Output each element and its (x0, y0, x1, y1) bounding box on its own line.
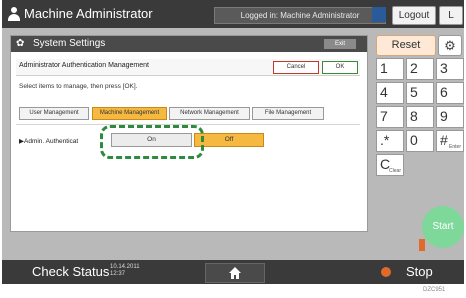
highlight-callout (100, 125, 204, 159)
indicator-icon (372, 7, 386, 22)
stop-button[interactable]: Stop (406, 264, 433, 279)
tab-file-management[interactable]: File Management (252, 107, 324, 120)
user-icon (8, 7, 20, 21)
screen: Machine Administrator Logged in: Machine… (2, 0, 464, 284)
key-label: 0 (410, 132, 418, 148)
gear-icon: ✿ (16, 38, 25, 49)
cancel-button[interactable]: Cancel (273, 61, 319, 74)
top-bar: Machine Administrator Logged in: Machine… (2, 0, 464, 28)
key-sublabel: Enter (449, 144, 461, 150)
settings-gear-button[interactable]: ⚙ (438, 35, 462, 56)
home-icon (229, 267, 241, 279)
key-label: 6 (440, 84, 448, 100)
key-label: 4 (380, 84, 388, 100)
key-label: 3 (440, 60, 448, 76)
check-status-button[interactable]: Check Status (32, 264, 109, 279)
key-label: 8 (410, 108, 418, 124)
key-dot-star[interactable]: .* (376, 130, 404, 152)
start-indicator (419, 239, 425, 251)
gear-icon: ⚙ (444, 38, 456, 53)
tab-machine-management[interactable]: Machine Management (92, 107, 167, 120)
key-5[interactable]: 5 (406, 82, 434, 104)
language-button[interactable]: L (439, 6, 463, 25)
key-label: 5 (410, 84, 418, 100)
key-1[interactable]: 1 (376, 58, 404, 80)
login-status: Logged in: Machine Administrator (214, 7, 386, 24)
date-text: 10.14.2011 (110, 264, 140, 270)
key-3[interactable]: 3 (436, 58, 464, 80)
key-label: # (440, 132, 448, 148)
section-title: Administrator Authentication Management (19, 62, 149, 69)
key-8[interactable]: 8 (406, 106, 434, 128)
key-label: 2 (410, 60, 418, 76)
tab-user-management[interactable]: User Management (19, 107, 89, 120)
instruction-text: Select items to manage, then press [OK]. (19, 83, 138, 90)
exit-button[interactable]: Exit (324, 39, 356, 49)
dialog-title: System Settings (33, 38, 106, 49)
tab-network-management[interactable]: Network Management (169, 107, 250, 120)
key-label: 7 (380, 108, 388, 124)
key-7[interactable]: 7 (376, 106, 404, 128)
time-text: 12:37 (110, 271, 126, 277)
top-title: Machine Administrator (24, 6, 153, 21)
key-sublabel: Clear (389, 168, 401, 174)
reset-button[interactable]: Reset (376, 35, 436, 56)
key-label: 9 (440, 108, 448, 124)
key-2[interactable]: 2 (406, 58, 434, 80)
key-0[interactable]: 0 (406, 130, 434, 152)
off-button[interactable]: Off (194, 133, 264, 147)
stop-indicator (381, 267, 391, 277)
key-4[interactable]: 4 (376, 82, 404, 104)
key-hash-enter[interactable]: # Enter (436, 130, 464, 152)
key-label: .* (380, 132, 390, 148)
start-button[interactable]: Start (422, 206, 464, 248)
ok-button[interactable]: OK (322, 61, 358, 74)
system-settings-dialog: ✿ System Settings Exit Administrator Aut… (10, 35, 368, 232)
admin-authentication-label: ▶Admin. Authenticat (19, 138, 79, 145)
key-clear[interactable]: C Clear (376, 154, 404, 176)
key-9[interactable]: 9 (436, 106, 464, 128)
bottom-bar: Check Status 10.14.2011 12:37 Stop (2, 260, 464, 284)
date-time: 10.14.2011 12:37 (110, 264, 140, 278)
key-label: 1 (380, 60, 388, 76)
logout-button[interactable]: Logout (392, 6, 436, 25)
auth-management-row: Administrator Authentication Management … (16, 59, 360, 76)
key-6[interactable]: 6 (436, 82, 464, 104)
home-button[interactable] (205, 263, 265, 283)
dialog-header: ✿ System Settings Exit (11, 36, 367, 52)
image-code: DZC951 (423, 287, 446, 293)
